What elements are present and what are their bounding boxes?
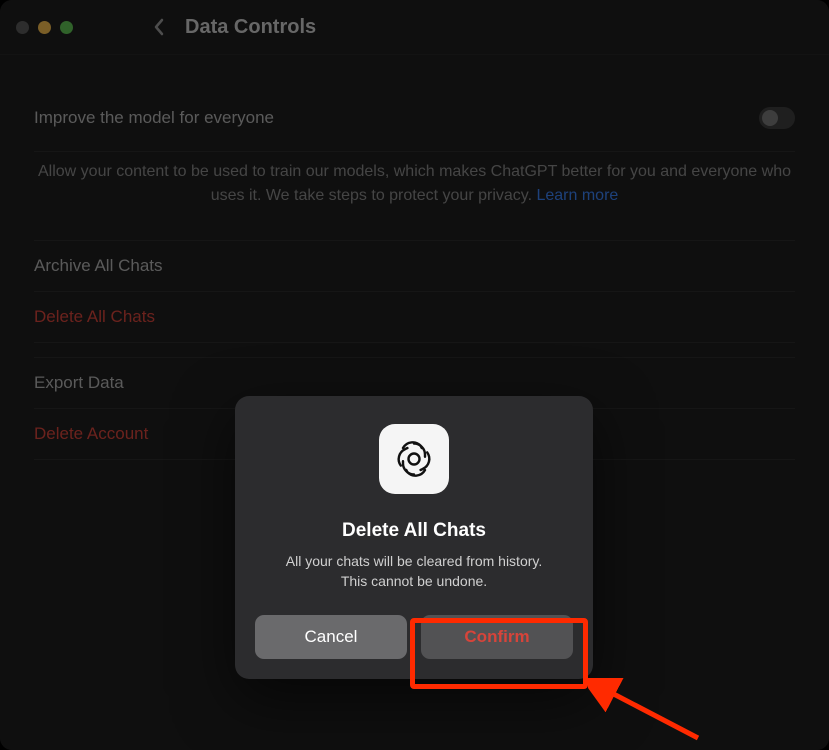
cancel-button[interactable]: Cancel [255, 615, 407, 659]
openai-logo-icon [392, 437, 436, 481]
app-icon [379, 424, 449, 494]
settings-window: Data Controls Improve the model for ever… [0, 0, 829, 750]
dialog-title: Delete All Chats [342, 520, 486, 542]
dialog-description: All your chats will be cleared from hist… [279, 552, 549, 591]
confirm-dialog: Delete All Chats All your chats will be … [235, 396, 593, 679]
dialog-buttons: Cancel Confirm [255, 615, 573, 659]
confirm-button[interactable]: Confirm [421, 615, 573, 659]
